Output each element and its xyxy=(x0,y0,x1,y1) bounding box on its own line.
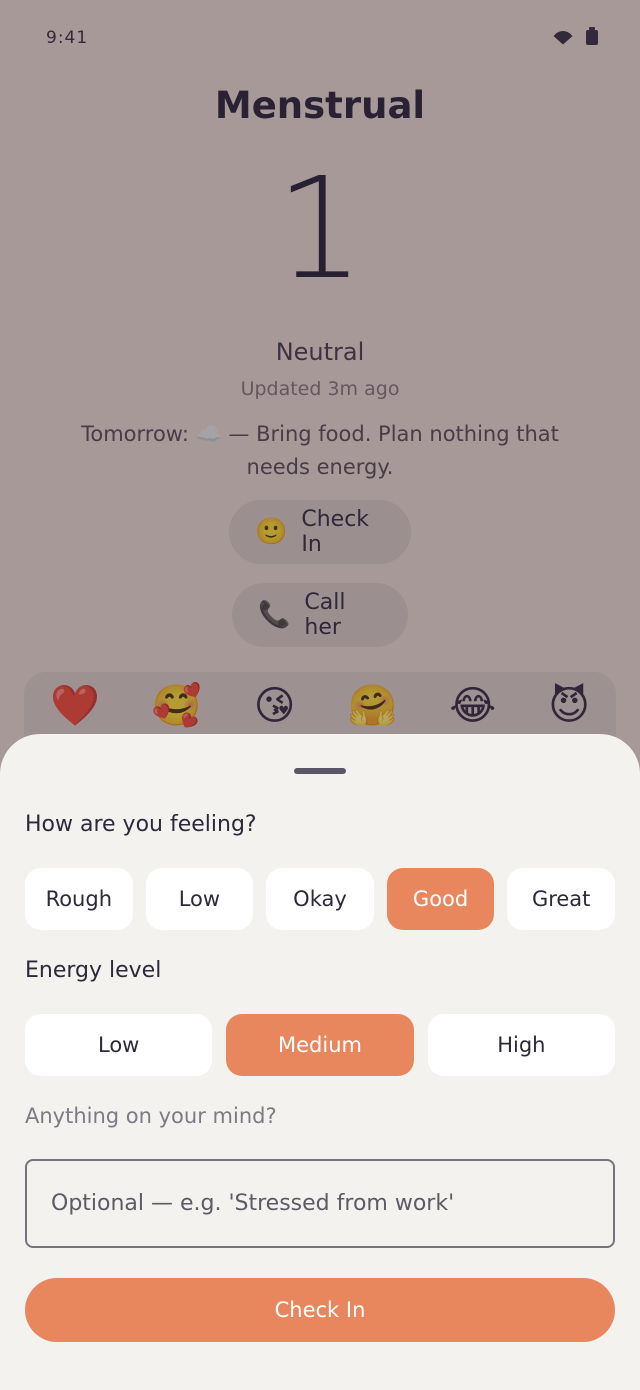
feeling-option-low[interactable]: Low xyxy=(145,868,254,930)
note-question: Anything on your mind? xyxy=(25,1104,277,1128)
feeling-options: Rough Low Okay Good Great xyxy=(25,868,615,930)
submit-check-in-button[interactable]: Check In xyxy=(25,1278,615,1342)
note-input[interactable] xyxy=(25,1159,615,1248)
feeling-option-okay[interactable]: Okay xyxy=(266,868,374,930)
energy-options: Low Medium High xyxy=(25,1014,615,1076)
energy-option-medium[interactable]: Medium xyxy=(226,1014,414,1076)
energy-option-high[interactable]: High xyxy=(427,1014,615,1076)
feeling-option-rough[interactable]: Rough xyxy=(25,868,133,930)
feeling-option-great[interactable]: Great xyxy=(507,868,615,930)
energy-question: Energy level xyxy=(25,958,162,983)
check-in-sheet: How are you feeling? Rough Low Okay Good… xyxy=(0,734,640,1390)
energy-option-low[interactable]: Low xyxy=(25,1014,213,1076)
sheet-drag-handle[interactable] xyxy=(294,768,346,774)
feeling-option-good[interactable]: Good xyxy=(386,868,495,930)
feeling-question: How are you feeling? xyxy=(25,812,257,837)
